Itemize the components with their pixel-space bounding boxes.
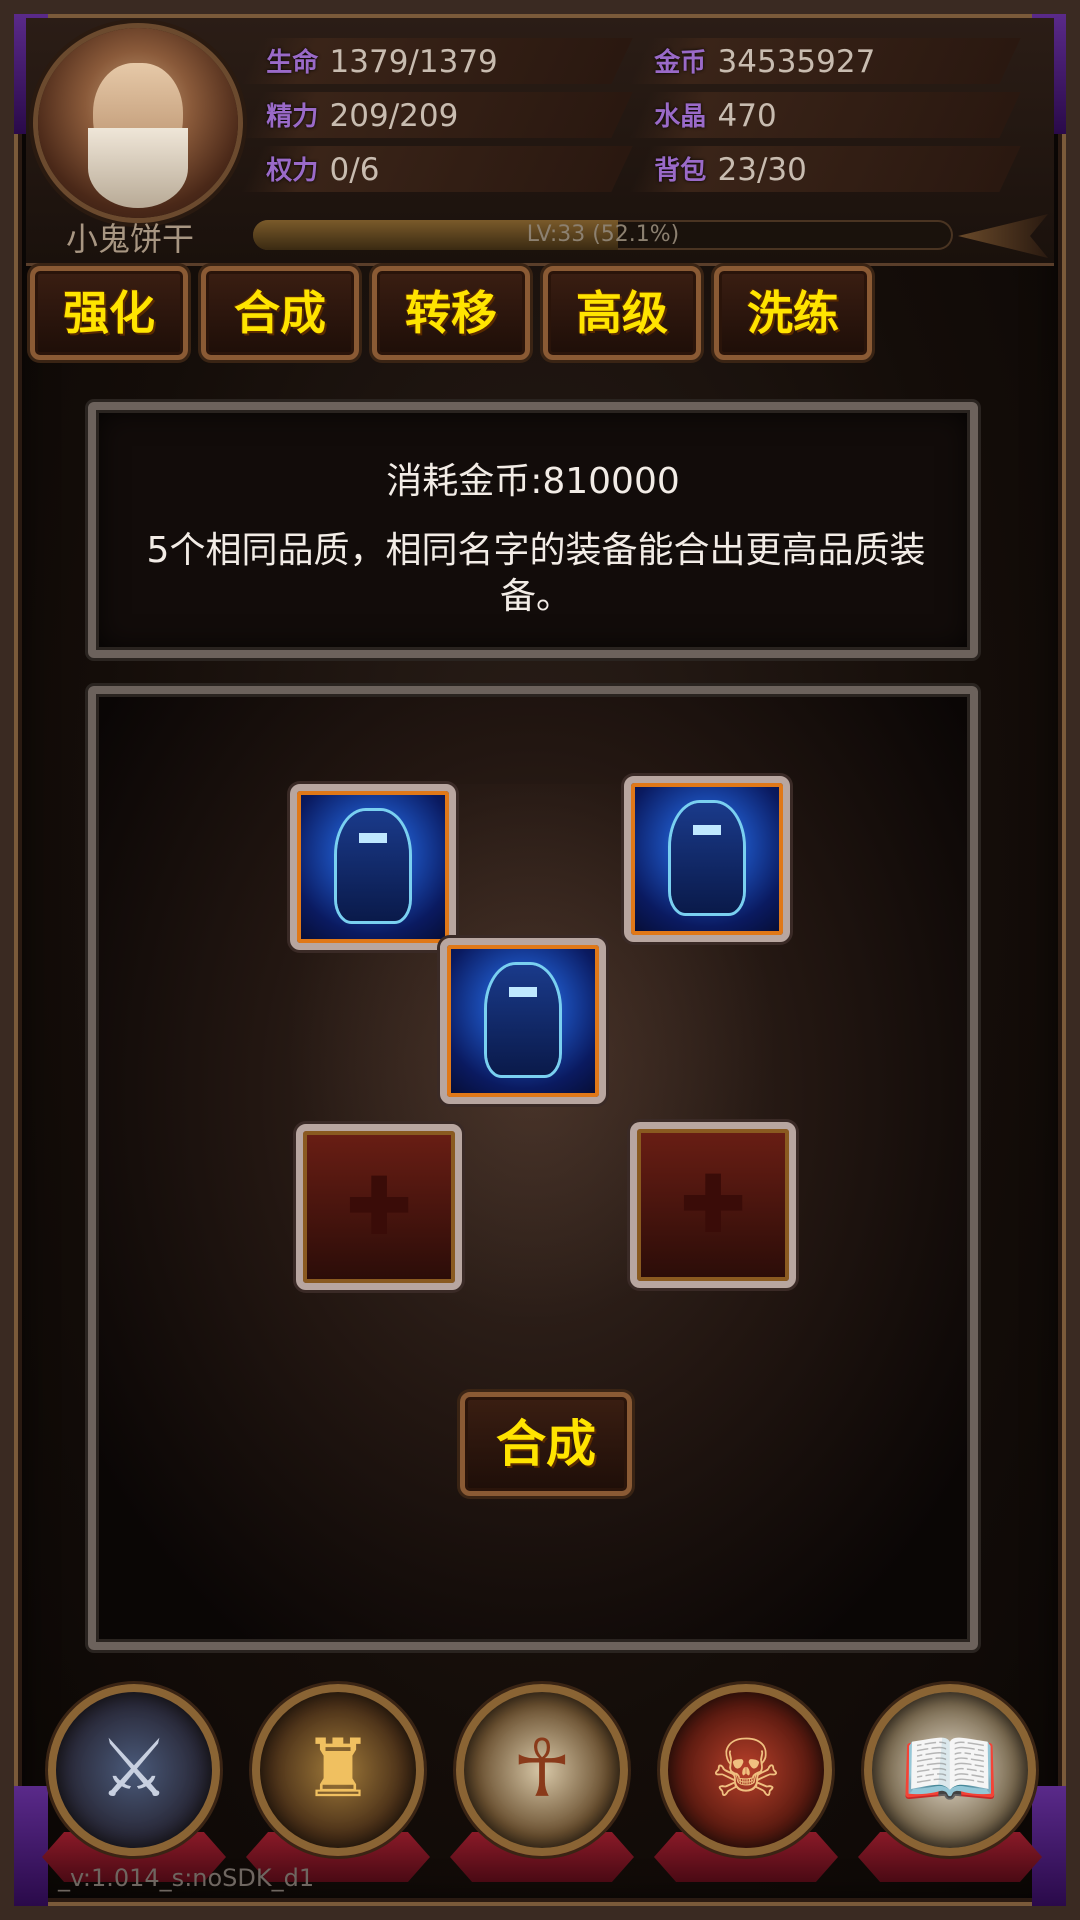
stat-label: 水晶 [654, 102, 707, 132]
player-name: 小鬼饼干 [66, 220, 195, 258]
tab-bar: 强化 合成 转移 高级 洗练 [26, 262, 1054, 372]
avatar[interactable] [38, 28, 238, 218]
stat-label: 精力 [266, 102, 319, 132]
tab-label: 洗练 [747, 286, 839, 340]
wing-ornament-icon [958, 214, 1048, 258]
blue-armor-icon [337, 811, 409, 921]
mask-idol-icon: ☥ [512, 1722, 572, 1815]
synthesize-button-label: 合成 [496, 1415, 596, 1473]
tab-label: 高级 [576, 286, 668, 340]
stat-label: 权力 [266, 156, 319, 186]
nav-chest-button[interactable]: ☠ [654, 1684, 838, 1884]
equipment-slot-empty-1[interactable]: ✚ [296, 1124, 462, 1290]
equipment-slot-empty-2[interactable]: ✚ [630, 1122, 796, 1288]
stat-value: 23/30 [717, 152, 807, 188]
stat-crystal: 水晶 470 [629, 92, 1021, 138]
tab-transfer[interactable]: 转移 [372, 266, 530, 360]
nav-shield-button[interactable]: ⚔ [42, 1684, 226, 1884]
stat-power: 权力 0/6 [241, 146, 633, 192]
equipment-slot-center[interactable] [440, 938, 606, 1104]
stat-value: 34535927 [717, 44, 876, 80]
stat-value: 470 [717, 98, 777, 134]
stat-gold: 金币 34535927 [629, 38, 1021, 84]
info-panel: 消耗金币:810000 5个相同品质，相同名字的装备能合出更高品质装备。 [88, 402, 978, 658]
nav-mask-button[interactable]: ☥ [450, 1684, 634, 1884]
stat-bag: 背包 23/30 [629, 146, 1021, 192]
tab-synthesize[interactable]: 合成 [201, 266, 359, 360]
tab-label: 合成 [234, 286, 326, 340]
shield-crest-icon: ⚔ [98, 1722, 170, 1815]
stat-energy: 精力 209/209 [241, 92, 633, 138]
level-progress-bar: LV:33 (52.1%) [253, 220, 953, 250]
tab-advanced[interactable]: 高级 [543, 266, 701, 360]
stat-value: 209/209 [329, 98, 459, 134]
stat-hp: 生命 1379/1379 [241, 38, 633, 84]
blue-armor-icon [487, 965, 559, 1075]
stat-label: 背包 [654, 156, 707, 186]
player-header: 小鬼饼干 生命 1379/1379 精力 209/209 权力 0/6 金币 3… [26, 18, 1054, 266]
stat-value: 0/6 [329, 152, 380, 188]
nav-book-button[interactable]: 📖 [858, 1684, 1042, 1884]
equipment-slot-1[interactable] [290, 784, 456, 950]
stat-value: 1379/1379 [329, 44, 498, 80]
tab-enhance[interactable]: 强化 [30, 266, 188, 360]
version-text: _v:1.014_s:noSDK_d1 [58, 1864, 315, 1892]
description-text: 5个相同品质，相同名字的装备能合出更高品质装备。 [146, 530, 926, 617]
synthesis-panel [88, 686, 978, 1650]
treasure-chest-icon: ☠ [710, 1722, 782, 1815]
blue-armor-icon [671, 803, 743, 913]
stat-label: 生命 [266, 48, 319, 78]
tab-label: 转移 [405, 286, 497, 340]
level-text: LV:33 (52.1%) [526, 222, 680, 247]
stat-label: 金币 [654, 48, 707, 78]
avatar-beard [88, 128, 188, 208]
plus-icon: ✚ [345, 1160, 413, 1253]
golden-helmet-icon: ♜ [302, 1722, 374, 1815]
nav-helmet-button[interactable]: ♜ [246, 1684, 430, 1884]
tab-refine[interactable]: 洗练 [714, 266, 872, 360]
equipment-slot-2[interactable] [624, 776, 790, 942]
cost-text: 消耗金币:810000 [386, 461, 680, 502]
synthesize-button[interactable]: 合成 [460, 1392, 632, 1496]
tab-label: 强化 [63, 286, 155, 340]
book-magnifier-icon: 📖 [900, 1722, 1000, 1815]
plus-icon: ✚ [679, 1158, 747, 1251]
